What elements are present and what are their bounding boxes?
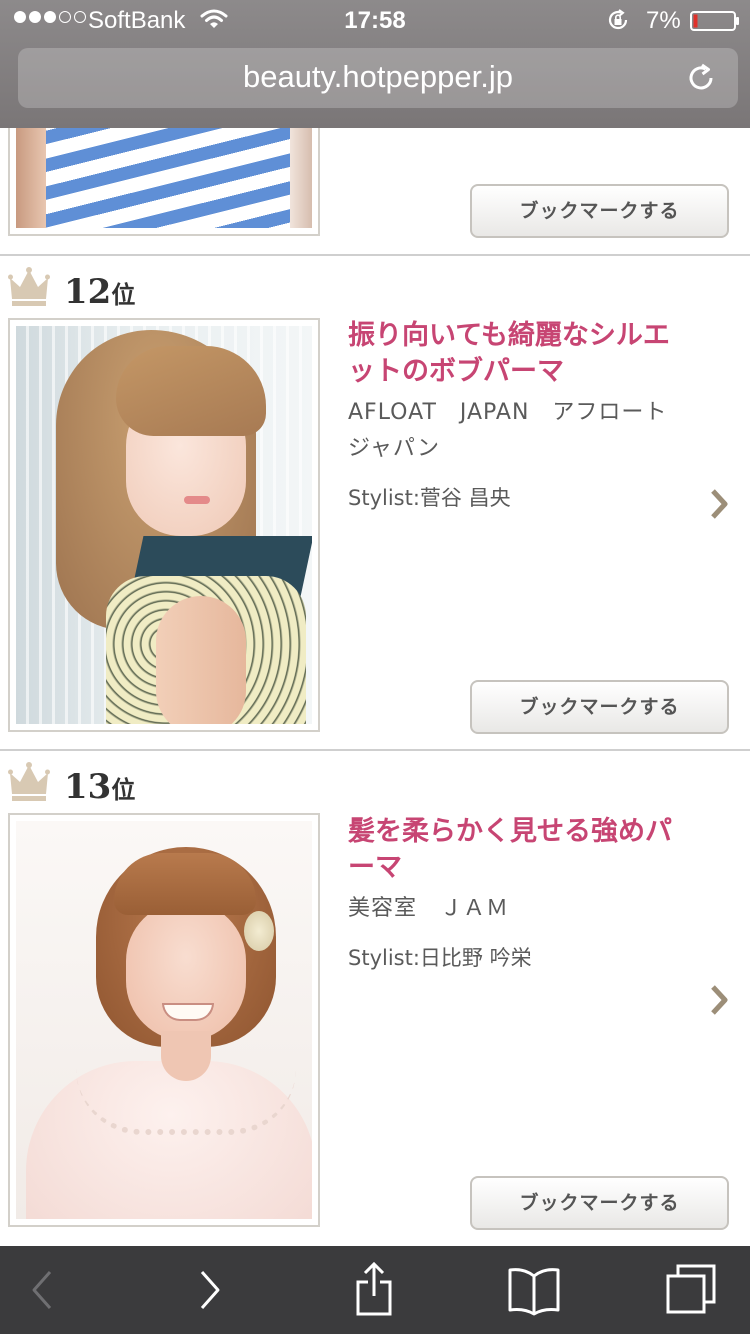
divider (0, 749, 750, 751)
forward-icon[interactable] (182, 1262, 238, 1318)
tabs-icon[interactable] (664, 1262, 720, 1318)
rank-label: 13位 (64, 767, 136, 807)
chevron-right-icon[interactable] (708, 983, 732, 1017)
share-icon[interactable] (346, 1262, 402, 1318)
hairstyle-photo[interactable] (8, 318, 320, 732)
address-bar[interactable]: beauty.hotpepper.jp (18, 48, 738, 108)
battery-percent: 7% (646, 7, 681, 34)
browser-top-bar: SoftBank 17:58 7% beauty.hotpepper.jp (0, 0, 750, 128)
url-text[interactable]: beauty.hotpepper.jp (18, 59, 738, 95)
ranking-list: ブックマークする 12位 振り向いても綺麗なシルエットのボブパーマ AFLOAT… (0, 128, 750, 1246)
hairstyle-title[interactable]: 振り向いても綺麗なシルエットのボブパーマ (348, 318, 696, 390)
hairstyle-photo[interactable] (8, 813, 320, 1227)
divider (0, 254, 750, 256)
hairstyle-photo[interactable] (8, 128, 320, 236)
bookmark-button[interactable]: ブックマークする (470, 184, 729, 238)
browser-toolbar (0, 1246, 750, 1334)
rotation-lock-icon (608, 9, 628, 30)
back-icon[interactable] (14, 1262, 70, 1318)
hairstyle-title[interactable]: 髪を柔らかく見せる強めパーマ (348, 814, 696, 886)
status-bar: SoftBank 17:58 7% (0, 0, 750, 40)
chevron-right-icon[interactable] (708, 487, 732, 521)
bookmark-button[interactable]: ブックマークする (470, 680, 729, 734)
status-time: 17:58 (344, 7, 406, 34)
bookmarks-icon[interactable] (506, 1262, 562, 1318)
salon-name: 美容室 ＪＡＭ (348, 896, 510, 921)
rank-label: 12位 (64, 272, 136, 312)
battery-icon (690, 11, 739, 31)
reload-icon[interactable] (686, 63, 716, 93)
salon-name: AFLOAT JAPAN アフロート ジャパン (348, 400, 691, 461)
stylist-name: Stylist:菅谷 昌央 (348, 486, 511, 510)
crown-icon (8, 762, 50, 801)
bookmark-button[interactable]: ブックマークする (470, 1176, 729, 1230)
stylist-name: Stylist:日比野 吟栄 (348, 946, 532, 970)
crown-icon (8, 267, 50, 306)
